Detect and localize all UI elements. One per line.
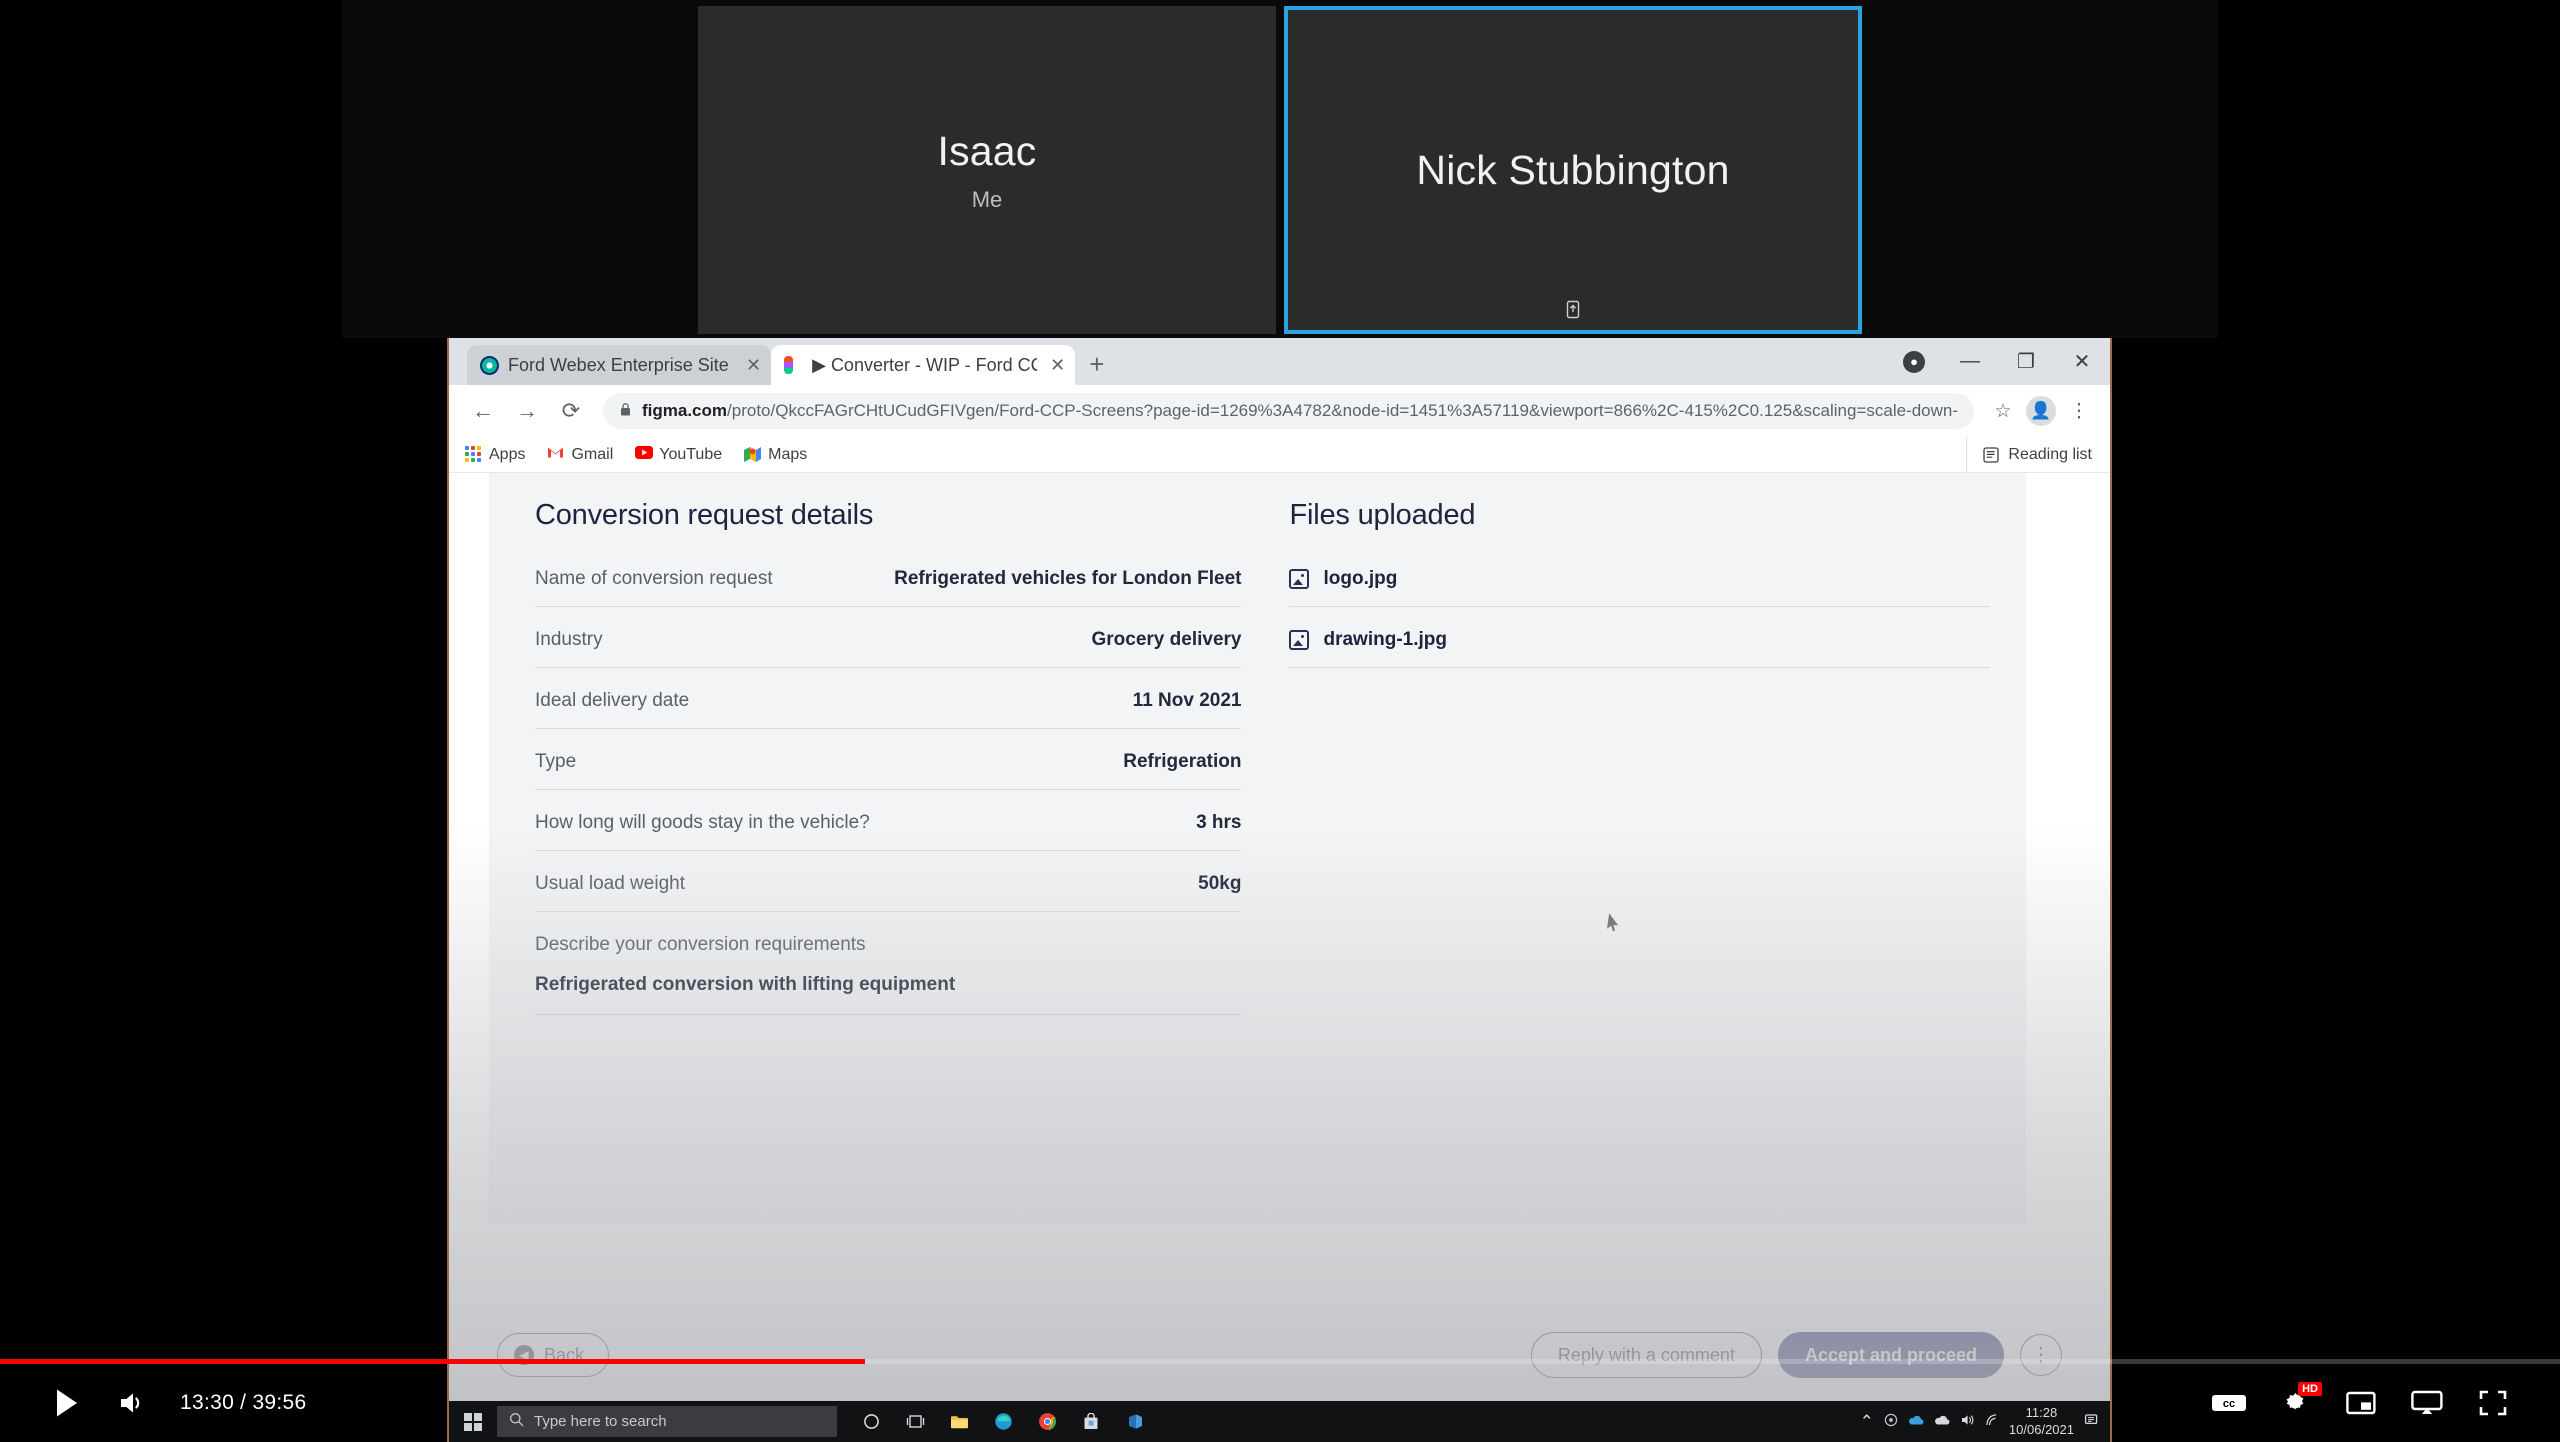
hd-quality-badge: HD: [2298, 1382, 2322, 1397]
omnibox-row: ← → ⟳ figma.com/proto/QkccFAGrCHtUCudGFI…: [449, 385, 2110, 437]
participant-subtitle: Me: [971, 186, 1003, 212]
detail-value: 3 hrs: [1196, 812, 1242, 833]
file-name: logo.jpg: [1323, 568, 1398, 589]
lock-icon: [619, 402, 632, 421]
image-file-icon: [1289, 630, 1310, 650]
svg-text:cc: cc: [2223, 1398, 2235, 1410]
cast-tv-icon[interactable]: [2394, 1370, 2460, 1436]
settings-gear-icon[interactable]: HD: [2262, 1370, 2328, 1436]
chrome-menu-icon[interactable]: ⋮: [2062, 394, 2096, 428]
new-tab-button[interactable]: +: [1089, 351, 1104, 377]
detail-value: Refrigerated vehicles for London Fleet: [894, 568, 1242, 589]
reading-list-label: Reading list: [2008, 446, 2092, 463]
youtube-icon: [635, 446, 654, 463]
detail-label: Industry: [535, 629, 603, 650]
detail-label: How long will goods stay in the vehicle?: [535, 812, 870, 833]
play-icon[interactable]: [34, 1370, 100, 1436]
figma-icon: [784, 355, 803, 375]
close-icon[interactable]: ✕: [746, 355, 761, 376]
prototype-card: Conversion request details Name of conve…: [489, 473, 2026, 1223]
bookmark-label: YouTube: [659, 445, 723, 463]
participant-tile-nick-stubbington[interactable]: Nick Stubbington: [1284, 6, 1862, 334]
reload-icon[interactable]: ⟳: [551, 391, 591, 431]
detail-block-requirements: Describe your conversion requirements Re…: [535, 934, 1242, 1015]
file-item-logo[interactable]: logo.jpg: [1289, 568, 1990, 607]
participant-name: Isaac: [937, 127, 1037, 174]
url-path: /proto/QkccFAGrCHtUCudGFIVgen/Ford-CCP-S…: [727, 401, 1958, 420]
window-controls: ● — ❐ ✕: [1886, 338, 2110, 385]
bookmark-label: Gmail: [571, 445, 614, 463]
back-navigation-icon[interactable]: ←: [463, 391, 503, 431]
bookmark-label: Apps: [489, 445, 526, 463]
tab-ford-webex[interactable]: Ford Webex Enterprise Site - Me ✕: [467, 345, 772, 385]
detail-row-type: Type Refrigeration: [535, 751, 1242, 790]
bookmarks-bar: Apps Gmail YouTube Maps Reading list: [449, 437, 2110, 473]
detail-label: Describe your conversion requirements: [535, 934, 866, 955]
bookmark-apps[interactable]: Apps: [465, 446, 525, 464]
reading-list-button[interactable]: Reading list: [1966, 437, 2092, 473]
tab-strip: Ford Webex Enterprise Site - Me ✕ ▶ Conv…: [449, 338, 2110, 385]
apps-grid-icon: [465, 446, 482, 463]
detail-row-industry: Industry Grocery delivery: [535, 629, 1242, 668]
files-uploaded-panel: Files uploaded logo.jpg drawing-1.jpg: [1289, 499, 1990, 1037]
forward-navigation-icon[interactable]: →: [507, 391, 547, 431]
tab-title: ▶ Converter - WIP - Ford CCP S: [812, 354, 1037, 375]
section-title-files: Files uploaded: [1289, 499, 1476, 531]
url-text: figma.com/proto/QkccFAGrCHtUCudGFIVgen/F…: [642, 401, 1958, 421]
subtitles-cc-icon[interactable]: cc: [2196, 1370, 2262, 1436]
url-domain: figma.com: [642, 401, 728, 420]
youtube-time-display: 13:30 / 39:56: [180, 1391, 307, 1414]
minimize-button[interactable]: —: [1942, 338, 1998, 385]
participant-name: Nick Stubbington: [1416, 146, 1730, 193]
detail-value: 50kg: [1198, 873, 1242, 894]
detail-value: 11 Nov 2021: [1132, 690, 1242, 711]
volume-icon[interactable]: [100, 1370, 166, 1436]
page-viewport: Conversion request details Name of conve…: [449, 473, 2110, 1401]
profile-avatar[interactable]: 👤: [2024, 394, 2058, 428]
image-file-icon: [1289, 569, 1310, 589]
section-title-details: Conversion request details: [535, 499, 874, 531]
mouse-cursor: [1606, 912, 1620, 932]
file-name: drawing-1.jpg: [1323, 629, 1447, 650]
detail-row-ideal-delivery-date: Ideal delivery date 11 Nov 2021: [535, 690, 1242, 729]
reading-list-icon: [1983, 446, 2000, 464]
participant-strip: Isaac Me Nick Stubbington: [342, 0, 2218, 338]
detail-label: Ideal delivery date: [535, 690, 690, 711]
youtube-player: Isaac Me Nick Stubbington Ford Webex Ent…: [0, 0, 2560, 1442]
detail-label: Type: [535, 751, 577, 772]
detail-label: Name of conversion request: [535, 568, 773, 589]
detail-value: Refrigerated conversion with lifting equ…: [535, 974, 956, 995]
address-bar[interactable]: figma.com/proto/QkccFAGrCHtUCudGFIVgen/F…: [603, 393, 1974, 429]
webex-icon: [480, 355, 499, 375]
bookmark-gmail[interactable]: Gmail: [547, 446, 613, 464]
detail-row-usual-load-weight: Usual load weight 50kg: [535, 873, 1242, 912]
chrome-browser-window: Ford Webex Enterprise Site - Me ✕ ▶ Conv…: [447, 338, 2112, 1401]
youtube-control-bar: 13:30 / 39:56 cc HD: [0, 1364, 2560, 1442]
detail-value: Grocery delivery: [1091, 629, 1242, 650]
screen-share-icon: [1565, 300, 1582, 322]
detail-row-name: Name of conversion request Refrigerated …: [535, 568, 1242, 607]
miniplayer-icon[interactable]: [2328, 1370, 2394, 1436]
file-item-drawing[interactable]: drawing-1.jpg: [1289, 629, 1990, 668]
detail-label: Usual load weight: [535, 873, 685, 894]
bookmark-star-icon[interactable]: ☆: [1986, 394, 2020, 428]
detail-value: Refrigeration: [1123, 751, 1242, 772]
bookmark-label: Maps: [768, 445, 808, 463]
video-stage: Isaac Me Nick Stubbington Ford Webex Ent…: [342, 0, 2218, 1442]
chrome-update-icon[interactable]: ●: [1886, 338, 1942, 385]
close-button[interactable]: ✕: [2054, 338, 2110, 385]
fullscreen-icon[interactable]: [2460, 1370, 2526, 1436]
maximize-button[interactable]: ❐: [1998, 338, 2054, 385]
close-icon[interactable]: ✕: [1050, 355, 1065, 376]
bookmark-maps[interactable]: Maps: [744, 446, 807, 464]
tab-title: Ford Webex Enterprise Site - Me: [508, 354, 733, 375]
detail-row-goods-duration: How long will goods stay in the vehicle?…: [535, 812, 1242, 851]
bookmark-youtube[interactable]: YouTube: [635, 446, 722, 464]
gmail-icon: [547, 446, 564, 463]
tab-converter-wip[interactable]: ▶ Converter - WIP - Ford CCP S ✕: [771, 345, 1076, 385]
participant-tile-isaac[interactable]: Isaac Me: [698, 6, 1276, 334]
maps-icon: [744, 446, 762, 463]
conversion-request-details: Conversion request details Name of conve…: [535, 499, 1242, 1037]
